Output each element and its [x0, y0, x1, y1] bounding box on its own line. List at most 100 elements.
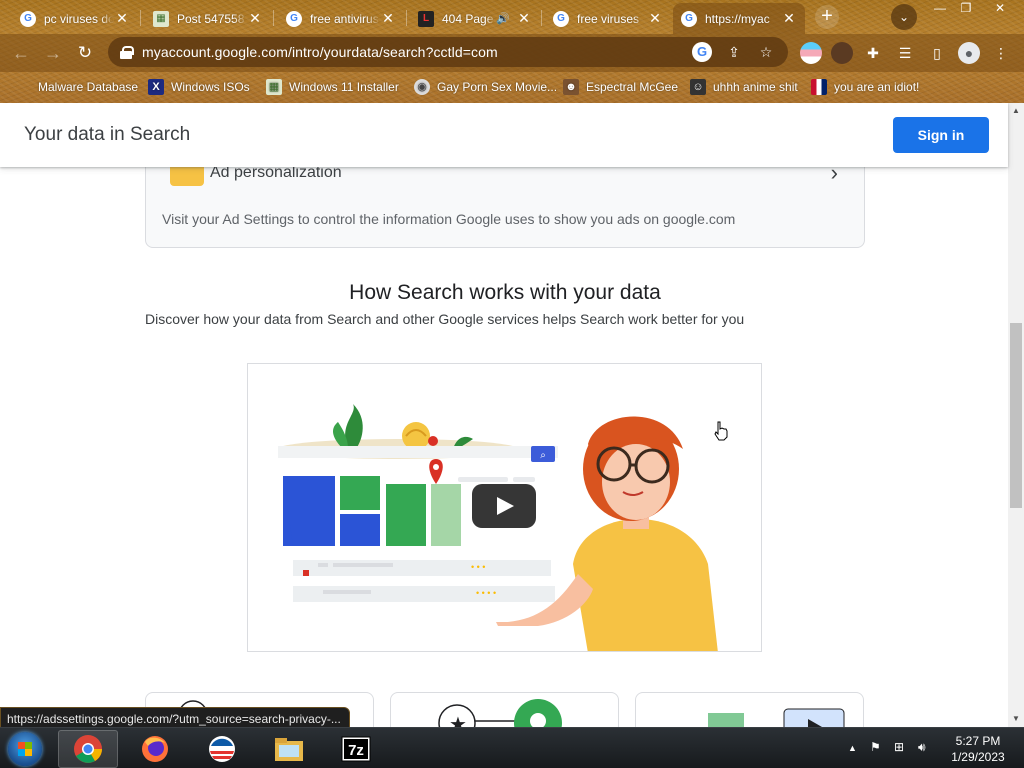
- share-icon[interactable]: ⇪: [724, 42, 744, 62]
- address-bar[interactable]: myaccount.google.com/intro/yourdata/sear…: [108, 37, 788, 67]
- bookmark-movie[interactable]: ◉ Gay Porn Sex Movie...: [414, 79, 557, 95]
- show-hidden-icons[interactable]: ▲: [848, 743, 857, 753]
- bookmark-label: Windows ISOs: [171, 80, 250, 94]
- close-icon[interactable]: ✕: [516, 10, 532, 27]
- menu-kebab-icon[interactable]: ⋮: [990, 42, 1012, 64]
- url-text[interactable]: myaccount.google.com/intro/yourdata/sear…: [142, 44, 692, 60]
- restore-icon[interactable]: ❐: [952, 0, 980, 18]
- globe-icon: ◉: [414, 79, 430, 95]
- tab-search-button[interactable]: ⌄: [891, 4, 917, 30]
- close-icon[interactable]: ✕: [380, 10, 396, 27]
- bookmark-icon: [14, 79, 30, 95]
- svg-text:• • • •: • • • •: [476, 588, 496, 598]
- windows-logo-icon-lower: [18, 749, 32, 756]
- tab-label: pc viruses do: [44, 11, 114, 26]
- bookmarks-bar: Malware Database X Windows ISOs ▦ Window…: [0, 72, 1024, 103]
- side-panel-icon[interactable]: ▯: [926, 42, 948, 64]
- scroll-up-icon[interactable]: ▲: [1008, 103, 1024, 119]
- speaker-icon[interactable]: 🔊: [496, 12, 510, 25]
- tab-free-viruses[interactable]: G free viruses ✕: [545, 3, 671, 34]
- back-icon[interactable]: ←: [10, 42, 32, 64]
- tab-label: https://myac: [705, 11, 770, 26]
- close-window-icon[interactable]: ✕: [986, 0, 1014, 18]
- info-card-2[interactable]: ★: [390, 692, 619, 727]
- action-center-flag-icon[interactable]: ⚑: [870, 740, 881, 754]
- tab-404-page[interactable]: L 404 Page 🔊 ✕: [410, 3, 540, 34]
- taskbar-chrome[interactable]: [58, 730, 118, 768]
- svg-text:★: ★: [449, 714, 467, 727]
- info-card-3[interactable]: [635, 692, 864, 727]
- tab-separator: [541, 10, 542, 26]
- bookmark-label: uhhh anime shit: [713, 80, 798, 94]
- scroll-down-icon[interactable]: ▼: [1008, 711, 1024, 727]
- profile-icon[interactable]: ●: [958, 42, 980, 64]
- x-icon: X: [148, 79, 164, 95]
- network-icon[interactable]: ⊞: [894, 740, 904, 754]
- sign-in-button[interactable]: Sign in: [893, 117, 989, 153]
- 7zip-icon: 7z: [341, 736, 371, 762]
- extension-avatar-icon[interactable]: [831, 42, 853, 64]
- bookmark-windows-isos[interactable]: X Windows ISOs: [148, 79, 250, 95]
- taskbar-firefox[interactable]: [125, 730, 185, 768]
- status-url-bubble: https://adssettings.google.com/?utm_sour…: [0, 707, 350, 727]
- chrome-icon: [74, 735, 102, 763]
- svg-text:⌕: ⌕: [540, 450, 546, 461]
- web-page: Your data in Search Sign in Ad personali…: [0, 103, 1024, 727]
- tab-post[interactable]: ▦ Post 547558 ✕: [145, 3, 271, 34]
- close-icon[interactable]: ✕: [247, 10, 263, 27]
- forward-icon[interactable]: →: [42, 42, 64, 64]
- new-tab-button[interactable]: +: [815, 5, 839, 29]
- section-title: How Search works with your data: [349, 281, 661, 304]
- obama-icon: [209, 736, 235, 762]
- lock-icon[interactable]: [120, 46, 134, 59]
- google-icon: G: [553, 10, 569, 27]
- google-icon: G: [20, 10, 36, 27]
- bookmark-label: Windows 11 Installer: [289, 80, 399, 94]
- scroll-thumb[interactable]: [1010, 323, 1022, 508]
- taskbar-7zip[interactable]: 7z: [326, 730, 386, 768]
- tab-free-antivirus[interactable]: G free antivirus ✕: [278, 3, 404, 34]
- taskbar-obama[interactable]: [192, 730, 252, 768]
- reload-icon[interactable]: ↻: [74, 42, 96, 64]
- start-button[interactable]: [8, 732, 42, 766]
- close-icon[interactable]: ✕: [781, 10, 797, 27]
- page-title: Your data in Search: [24, 124, 191, 145]
- bookmark-windows-11-installer[interactable]: ▦ Windows 11 Installer: [266, 79, 399, 95]
- hand-cursor-icon: [714, 421, 728, 441]
- play-button[interactable]: [472, 484, 536, 528]
- browser-toolbar: ← → ↻ myaccount.google.com/intro/yourdat…: [0, 34, 1024, 72]
- bookmark-label: Malware Database: [38, 80, 139, 94]
- clock-date: 1/29/2023: [951, 750, 1005, 764]
- tab-pc-viruses[interactable]: G pc viruses do ✕: [12, 3, 138, 34]
- section-subtitle: Discover how your data from Search and o…: [145, 311, 745, 327]
- bookmark-you-are-an-idiot[interactable]: you are an idiot!: [811, 79, 919, 95]
- svg-text:7z: 7z: [348, 742, 364, 759]
- video-player[interactable]: ⌕ • • • • • • •: [247, 363, 762, 652]
- media-control-icon[interactable]: ☰: [894, 42, 916, 64]
- browser-chrome: G pc viruses do ✕ ▦ Post 547558 ✕ G free…: [0, 0, 1024, 103]
- tab-label: 404 Page: [442, 11, 494, 26]
- tab-label: free antivirus: [310, 11, 379, 26]
- minimize-icon[interactable]: —: [926, 0, 954, 18]
- extension-flag-icon[interactable]: [800, 42, 822, 64]
- close-icon[interactable]: ✕: [647, 10, 663, 27]
- google-lens-icon[interactable]: G: [692, 42, 712, 62]
- page-scrollbar[interactable]: ▲ ▼: [1008, 103, 1024, 727]
- tab-label: Post 547558: [177, 11, 245, 26]
- extensions-puzzle-icon[interactable]: ✚: [862, 42, 884, 64]
- taskbar-file-explorer[interactable]: [259, 730, 319, 768]
- bookmark-star-icon[interactable]: ☆: [756, 42, 776, 62]
- svg-text:• • •: • • •: [471, 562, 485, 572]
- volume-icon[interactable]: 🔊︎: [918, 740, 926, 755]
- tab-separator: [406, 10, 407, 26]
- bookmark-malware-database[interactable]: Malware Database: [14, 79, 138, 95]
- tab-strip: G pc viruses do ✕ ▦ Post 547558 ✕ G free…: [0, 0, 1024, 34]
- system-clock[interactable]: 5:27 PM 1/29/2023: [940, 733, 1016, 765]
- avatar-icon: ☻: [563, 79, 579, 95]
- google-icon: G: [286, 10, 302, 27]
- tab-myaccount[interactable]: G https://myac ✕: [673, 3, 805, 34]
- bookmark-espectral-mcgee[interactable]: ☻ Espectral McGee: [563, 79, 678, 95]
- bookmark-label: you are an idiot!: [834, 80, 920, 94]
- bookmark-anime[interactable]: ☺ uhhh anime shit: [690, 79, 798, 95]
- close-icon[interactable]: ✕: [114, 10, 130, 27]
